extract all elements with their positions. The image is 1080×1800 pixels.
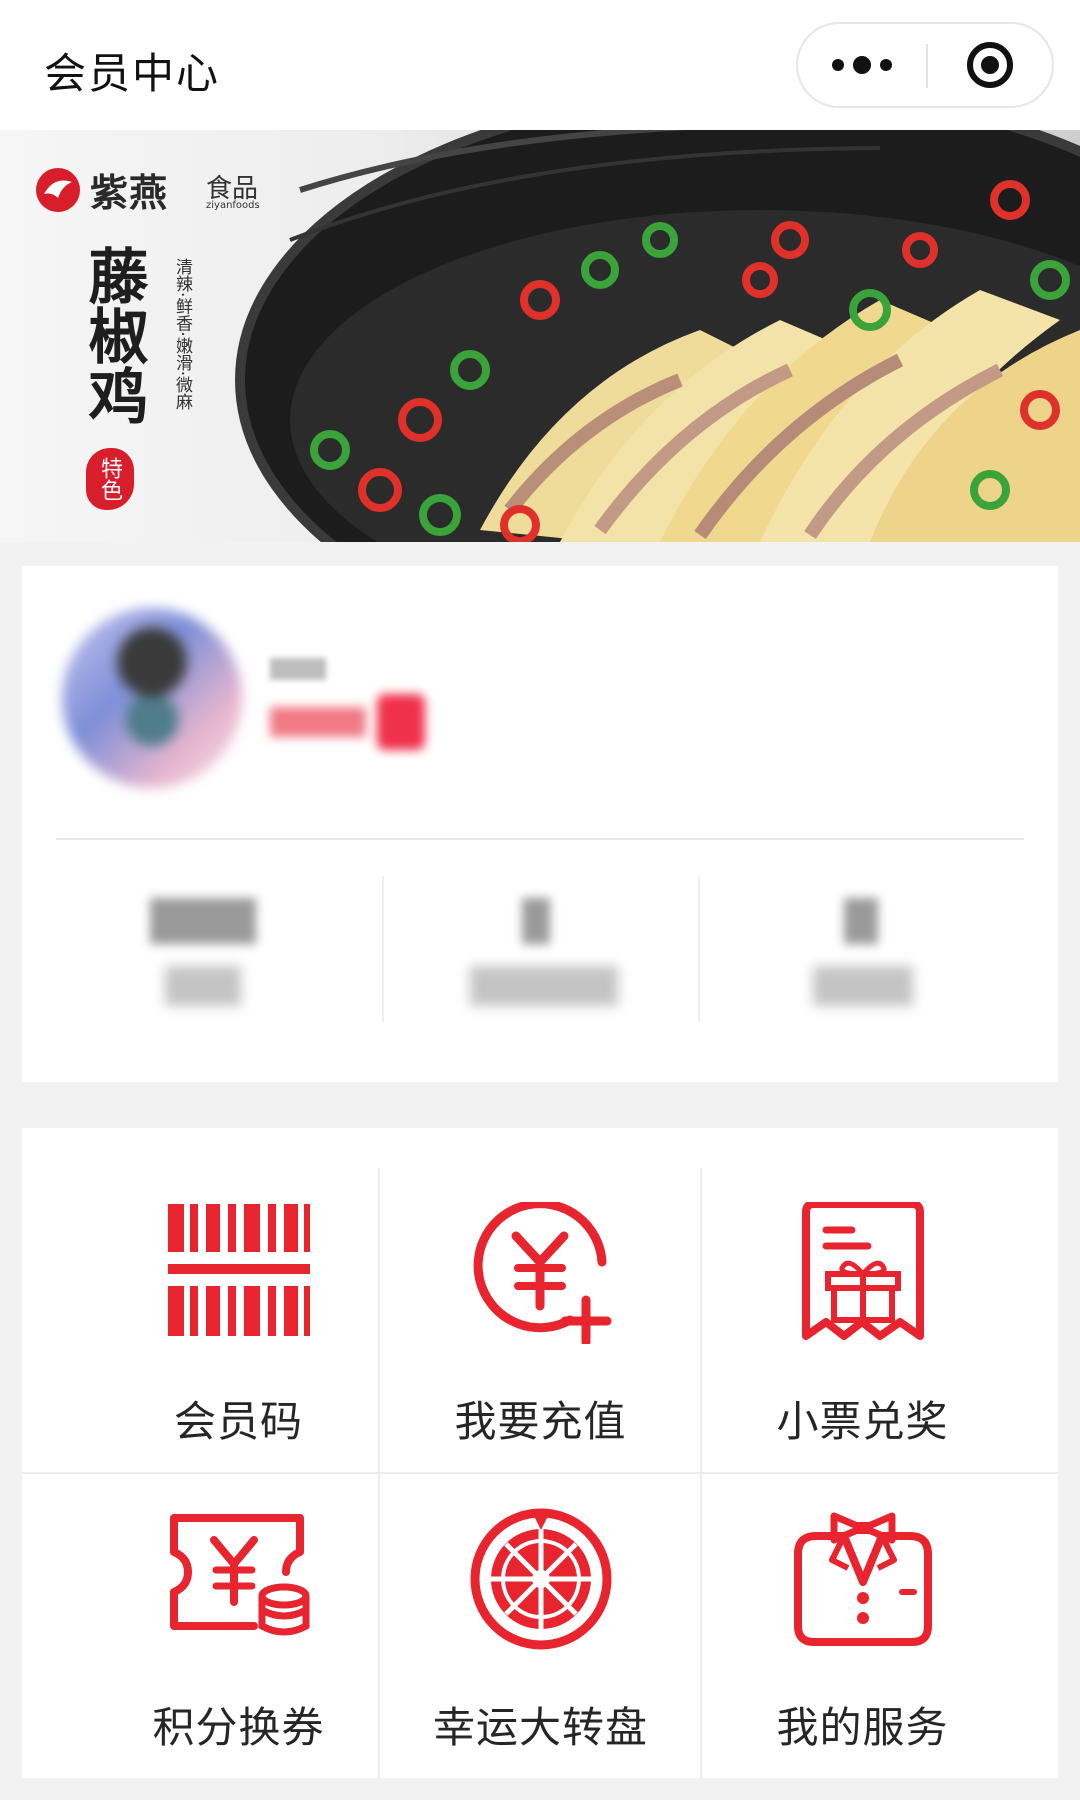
mini-program-capsule (796, 22, 1054, 108)
member-level (270, 694, 426, 750)
menu-item-label: 小票兑奖 (776, 1397, 949, 1446)
brand-emblem-icon (36, 168, 80, 212)
receipt-gift-icon (792, 1200, 934, 1344)
member-profile-card (22, 566, 1058, 1082)
menu-item-member-code[interactable]: 会员码 (66, 1166, 411, 1491)
brand-name: 紫燕 (90, 171, 169, 215)
menu-item-lucky-wheel[interactable]: 幸运大转盘 (368, 1472, 713, 1797)
more-dots-icon[interactable] (798, 24, 926, 106)
service-bowtie-icon (792, 1508, 934, 1650)
avatar[interactable] (62, 608, 242, 788)
target-close-icon[interactable] (928, 24, 1054, 106)
stat-value-blur (522, 898, 550, 944)
level-label (270, 707, 366, 737)
menu-item-label: 幸运大转盘 (432, 1703, 648, 1752)
stat-item-1[interactable] (40, 866, 356, 1046)
seal-stamp: 特色 (86, 448, 134, 510)
menu-item-label: 我要充值 (454, 1397, 627, 1446)
menu-item-label: 会员码 (173, 1397, 303, 1446)
lucky-wheel-icon (470, 1508, 612, 1650)
menu-item-points-coupon[interactable]: 积分换券 (66, 1472, 411, 1797)
promo-banner[interactable]: 紫燕 食品 ziyanfoods 藤椒鸡 清辣·鲜香·嫩滑·微麻 特色 (0, 130, 1080, 542)
stat-label-blur (165, 966, 241, 1006)
member-nickname (270, 658, 326, 680)
recharge-yen-icon (470, 1199, 612, 1347)
level-badge[interactable] (377, 694, 426, 750)
stat-value-blur (844, 898, 878, 944)
member-function-grid: 会员码 我要充值 小票兑奖 积分换券 幸运大转盘 我的服务 (22, 1128, 1058, 1778)
card-divider (56, 838, 1024, 840)
navigation-bar: 会员中心 (0, 0, 1080, 130)
dish-tagline: 清辣·鲜香·嫩滑·微麻 (172, 258, 192, 411)
menu-item-label: 积分换券 (152, 1703, 325, 1752)
menu-item-label: 我的服务 (776, 1703, 949, 1752)
menu-item-my-service[interactable]: 我的服务 (690, 1472, 1035, 1797)
stat-value-blur (150, 898, 256, 944)
stat-label-blur (470, 966, 618, 1006)
stat-item-3[interactable] (698, 866, 1014, 1046)
stat-label-blur (813, 966, 913, 1006)
coupon-coins-icon (168, 1508, 310, 1650)
barcode-icon (168, 1202, 310, 1344)
stat-item-2[interactable] (382, 866, 698, 1046)
brand-english: ziyanfoods (206, 200, 260, 211)
menu-item-receipt-prize[interactable]: 小票兑奖 (690, 1166, 1035, 1491)
page-title: 会员中心 (44, 49, 221, 98)
menu-item-recharge[interactable]: 我要充值 (368, 1166, 713, 1491)
dish-name: 藤椒鸡 (78, 245, 148, 425)
